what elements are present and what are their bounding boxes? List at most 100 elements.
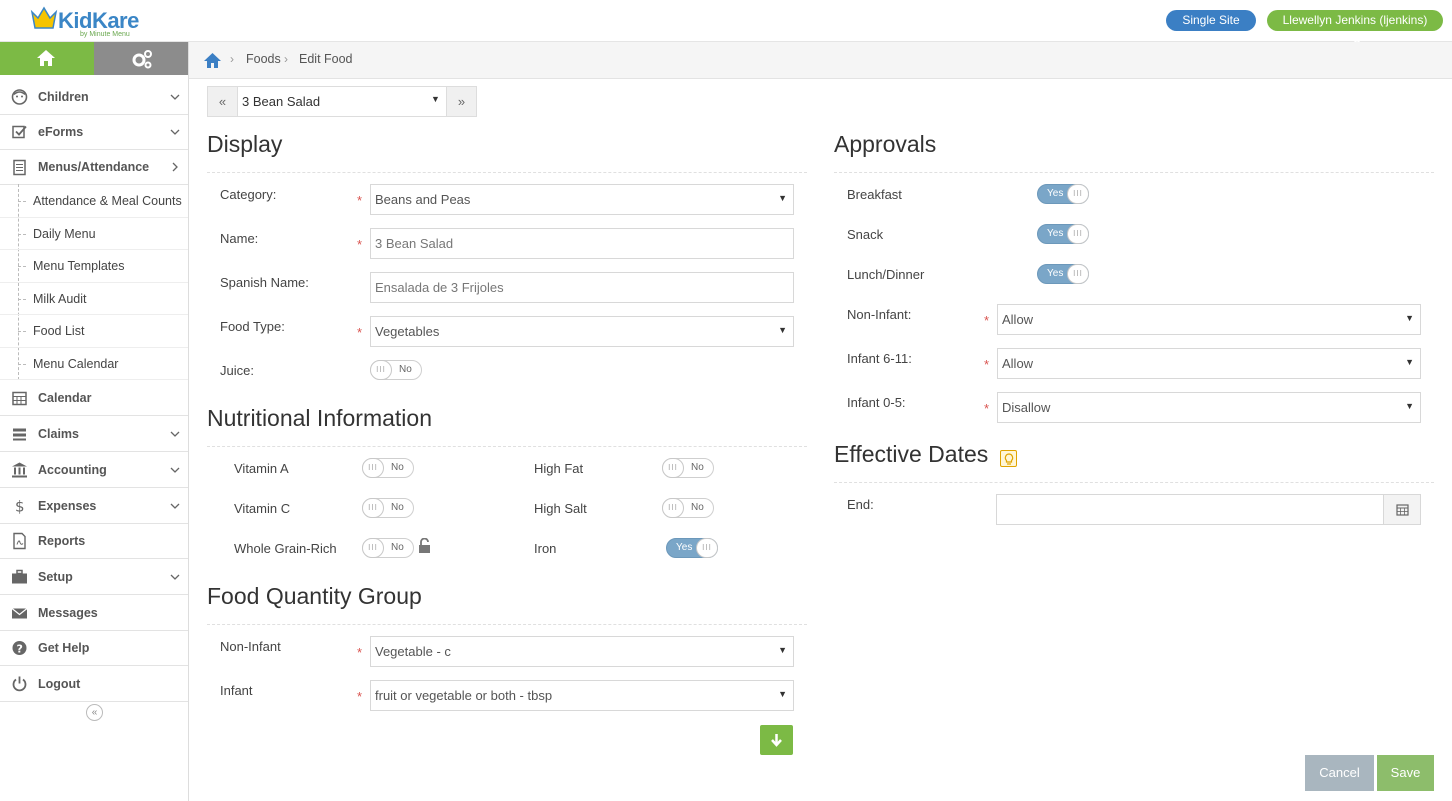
snack-toggle[interactable]: Yes III (1037, 224, 1089, 244)
date-picker-button[interactable] (1383, 495, 1420, 524)
quantity-infant-label: Infant (220, 683, 253, 698)
previous-food-button[interactable]: « (208, 87, 238, 116)
svg-text:$: $ (15, 497, 25, 514)
pdf-icon (13, 532, 26, 550)
sidebar-subitem-milk-audit[interactable]: Milk Audit (0, 283, 188, 315)
approval-non-infant-select[interactable]: Allow ▼ (997, 304, 1421, 335)
home-icon (37, 50, 55, 66)
bank-icon (12, 462, 27, 477)
sidebar-subitem-menu-templates[interactable]: Menu Templates (0, 250, 188, 283)
power-icon (12, 676, 27, 691)
category-select[interactable]: Beans and Peas ▼ (370, 184, 794, 215)
single-site-button[interactable]: Single Site (1166, 10, 1256, 31)
required-marker: * (357, 325, 363, 340)
sidebar-subitem-menu-calendar[interactable]: Menu Calendar (0, 348, 188, 380)
envelope-icon (11, 607, 28, 618)
sidebar-item-accounting[interactable]: Accounting (0, 452, 188, 488)
food-select-value[interactable]: 3 Bean Salad (242, 94, 320, 109)
sidebar-item-reports[interactable]: Reports (0, 524, 188, 559)
chevron-down-icon (170, 574, 180, 580)
home-button[interactable] (0, 42, 94, 75)
required-marker: * (984, 313, 990, 328)
end-date-label: End: (847, 497, 874, 512)
toggle-knob: III (362, 458, 384, 478)
breakfast-toggle[interactable]: Yes III (1037, 184, 1089, 204)
save-button[interactable]: Save (1377, 755, 1434, 791)
sidebar-item-label: Accounting (38, 462, 107, 477)
category-label: Category: (220, 187, 277, 202)
sidebar-subitem-food-list[interactable]: Food List (0, 315, 188, 348)
sidebar-item-logout[interactable]: Logout (0, 666, 188, 702)
juice-label: Juice: (220, 363, 254, 378)
breadcrumb: › Foods › Edit Food (189, 42, 1452, 79)
food-type-select[interactable]: Vegetables ▼ (370, 316, 794, 347)
effective-dates-title: Effective Dates (834, 441, 989, 467)
expand-down-button[interactable] (760, 725, 793, 755)
vitamin-c-toggle[interactable]: III No (362, 498, 414, 518)
high-fat-toggle[interactable]: III No (662, 458, 714, 478)
juice-toggle[interactable]: III No (370, 360, 422, 380)
toggle-text: No (691, 462, 704, 473)
section-divider (207, 172, 807, 173)
svg-text:?: ? (17, 643, 23, 656)
calendar-icon (12, 391, 27, 405)
kidkare-logo[interactable]: KidKare by Minute Menu (30, 4, 150, 38)
info-bulb-button[interactable] (1000, 450, 1017, 467)
caret-down-icon[interactable]: ▼ (431, 94, 440, 104)
sidebar-item-claims[interactable]: Claims (0, 416, 188, 452)
approval-non-infant-value: Allow (1002, 312, 1034, 327)
lunch-dinner-toggle[interactable]: Yes III (1037, 264, 1089, 284)
sidebar-item-expenses[interactable]: $ Expenses (0, 488, 188, 524)
whole-grain-toggle[interactable]: III No (362, 538, 414, 558)
spanish-name-input[interactable]: Ensalada de 3 Frijoles (370, 272, 794, 303)
vitamin-a-toggle[interactable]: III No (362, 458, 414, 478)
collapse-sidebar-button[interactable]: « (86, 704, 103, 721)
iron-toggle[interactable]: Yes III (666, 538, 718, 558)
high-salt-toggle[interactable]: III No (662, 498, 714, 518)
subitem-label: Food List (33, 324, 85, 338)
caret-down-icon: ▼ (1405, 401, 1414, 411)
home-icon[interactable] (204, 53, 221, 68)
settings-button[interactable] (94, 42, 188, 75)
sidebar-item-setup[interactable]: Setup (0, 559, 188, 595)
tree-dash (18, 201, 26, 202)
food-type-label: Food Type: (220, 319, 285, 334)
approval-infant-6-11-select[interactable]: Allow ▼ (997, 348, 1421, 379)
breadcrumb-separator: › (230, 52, 234, 66)
user-menu-button[interactable]: Llewellyn Jenkins (ljenkins) (1267, 10, 1443, 45)
sidebar-item-calendar[interactable]: Calendar (0, 380, 188, 416)
sidebar-item-eforms[interactable]: eForms (0, 115, 188, 150)
end-date-input[interactable] (996, 494, 1421, 525)
gears-icon (132, 50, 152, 69)
sidebar-subitem-daily-menu[interactable]: Daily Menu (0, 218, 188, 250)
high-salt-label: High Salt (534, 501, 587, 516)
toggle-text: No (391, 462, 404, 473)
toggle-text: Yes (676, 542, 693, 553)
food-navigator: « 3 Bean Salad ▼ » (207, 86, 477, 117)
spanish-name-placeholder: Ensalada de 3 Frijoles (375, 280, 504, 295)
breadcrumb-foods[interactable]: Foods (246, 52, 281, 66)
sidebar-item-messages[interactable]: Messages (0, 595, 188, 631)
sidebar-subitem-attendance[interactable]: Attendance & Meal Counts (0, 185, 188, 218)
approval-infant-0-5-select[interactable]: Disallow ▼ (997, 392, 1421, 423)
tree-dash (18, 233, 26, 235)
sidebar-item-menus-attendance[interactable]: Menus/Attendance (0, 150, 188, 185)
quantity-non-infant-select[interactable]: Vegetable - c ▼ (370, 636, 794, 667)
sidebar-item-get-help[interactable]: ? Get Help (0, 631, 188, 666)
required-marker: * (357, 193, 363, 208)
caret-down-icon: ▼ (778, 325, 787, 335)
quantity-title: Food Quantity Group (207, 583, 422, 609)
tree-dash (18, 331, 26, 332)
toggle-text: No (391, 502, 404, 513)
quantity-non-infant-label: Non-Infant (220, 639, 281, 654)
name-input[interactable]: 3 Bean Salad (370, 228, 794, 259)
sidebar-item-children[interactable]: Children (0, 79, 188, 115)
quantity-infant-select[interactable]: fruit or vegetable or both - tbsp ▼ (370, 680, 794, 711)
next-food-button[interactable]: » (446, 87, 476, 116)
cancel-button[interactable]: Cancel (1305, 755, 1374, 791)
approvals-title: Approvals (834, 131, 937, 157)
toggle-knob: III (1067, 184, 1089, 204)
unlock-icon[interactable] (418, 538, 431, 554)
high-fat-label: High Fat (534, 461, 584, 476)
approval-infant-6-11-value: Allow (1002, 356, 1034, 371)
